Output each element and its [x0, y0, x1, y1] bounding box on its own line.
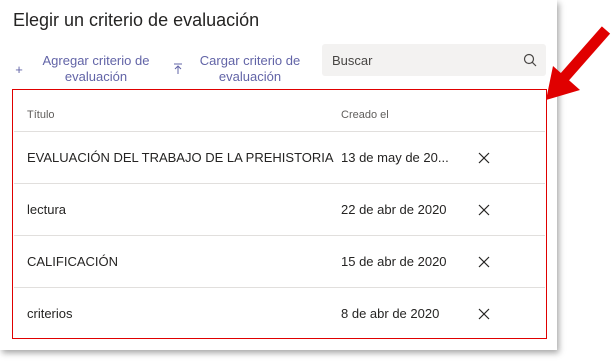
- rubric-title: CALIFICACIÓN: [27, 254, 119, 269]
- column-header-created[interactable]: Creado el: [341, 109, 389, 121]
- upload-rubric-button[interactable]: Cargar criterio de evaluación: [171, 53, 309, 85]
- upload-rubric-label: Cargar criterio de evaluación: [199, 53, 301, 84]
- rubric-table: Título Creado el EVALUACIÓN DEL TRABAJO …: [14, 98, 545, 340]
- rubric-created-date: 15 de abr de 2020: [341, 254, 447, 269]
- rubric-title: criterios: [27, 306, 73, 321]
- close-icon[interactable]: [477, 307, 491, 321]
- rubric-title: EVALUACIÓN DEL TRABAJO DE LA PREHISTORIA: [27, 150, 334, 165]
- rubric-created-date: 22 de abr de 2020: [341, 202, 447, 217]
- rubric-picker-dialog: Elegir un criterio de evaluación + Agreg…: [0, 0, 557, 350]
- close-icon[interactable]: [477, 151, 491, 165]
- search-icon[interactable]: [523, 53, 537, 67]
- table-row[interactable]: criterios 8 de abr de 2020: [14, 288, 545, 340]
- add-rubric-label: Agregar criterio de evaluación: [42, 53, 150, 84]
- search-box: [322, 44, 546, 76]
- table-row[interactable]: CALIFICACIÓN 15 de abr de 2020: [14, 236, 545, 288]
- search-input[interactable]: [322, 44, 522, 76]
- upload-icon: [171, 62, 185, 77]
- red-arrow-icon: [546, 26, 611, 100]
- close-icon[interactable]: [477, 255, 491, 269]
- table-row[interactable]: lectura 22 de abr de 2020: [14, 184, 545, 236]
- dialog-title: Elegir un criterio de evaluación: [13, 10, 260, 30]
- close-icon[interactable]: [477, 203, 491, 217]
- column-header-title[interactable]: Título: [27, 109, 55, 121]
- rubric-title: lectura: [27, 202, 67, 217]
- table-row[interactable]: EVALUACIÓN DEL TRABAJO DE LA PREHISTORIA…: [14, 132, 545, 184]
- plus-icon: +: [15, 62, 23, 77]
- table-header: Título Creado el: [14, 98, 545, 132]
- rubric-created-date: 13 de may de 20...: [341, 150, 449, 165]
- add-rubric-button[interactable]: + Agregar criterio de evaluación: [12, 53, 160, 85]
- rubric-created-date: 8 de abr de 2020: [341, 306, 440, 321]
